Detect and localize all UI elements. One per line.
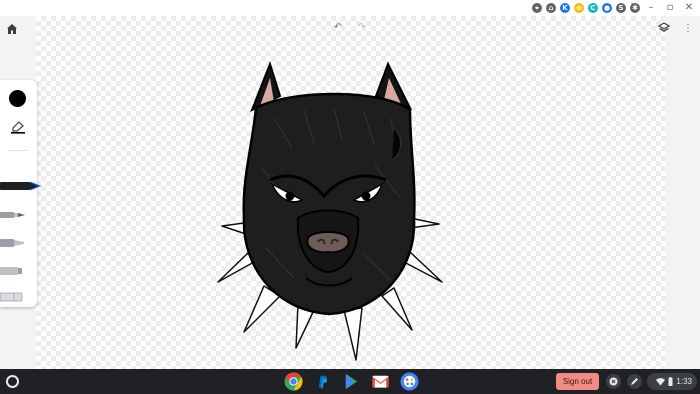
undo-button[interactable]: ↶ (332, 22, 344, 34)
wifi-icon (656, 377, 666, 385)
home-button[interactable] (4, 21, 20, 37)
title-bar: ⌖ ⌂ Ko C ● S ✱ ⋮ – ▫ ✕ (0, 0, 700, 16)
brush-size-icon[interactable] (10, 120, 26, 134)
taskbar-shelf: Sign out 1:33 (0, 369, 700, 394)
pen-tool[interactable] (0, 179, 44, 193)
location-icon[interactable]: ⌖ (532, 3, 542, 13)
layers-button[interactable] (656, 20, 672, 36)
launcher-button[interactable] (6, 375, 19, 388)
play-store-icon[interactable] (342, 372, 361, 391)
pit-bull-drawing (217, 60, 443, 361)
clock-time: 1:33 (676, 377, 692, 386)
close-circle-icon (609, 377, 618, 386)
clear-notifications-button[interactable] (606, 374, 621, 389)
palette-divider (8, 150, 28, 151)
paypal-icon[interactable] (313, 372, 332, 391)
color-picker-button[interactable] (9, 90, 26, 107)
redo-button[interactable]: ↷ (356, 22, 368, 34)
status-area[interactable]: 1:33 (647, 373, 697, 390)
minimize-icon[interactable]: – (646, 1, 656, 14)
canvas-app: ↶ ↷ ⋮ (0, 16, 700, 369)
canvas-icon[interactable] (400, 372, 419, 391)
close-icon[interactable]: ✕ (684, 1, 694, 14)
pencil-tool[interactable] (0, 208, 26, 222)
more-vert-icon[interactable]: ⋮ (627, 1, 637, 14)
gmail-icon[interactable] (371, 372, 390, 391)
stylus-tools-button[interactable] (627, 374, 642, 389)
circle-ext-icon[interactable]: ● (602, 3, 612, 13)
c-ext-icon[interactable]: C (588, 3, 598, 13)
ring-ext-icon[interactable]: o (574, 3, 584, 13)
marker-tool[interactable] (0, 236, 26, 250)
battery-icon (668, 377, 673, 386)
window-controls: ⋮ – ▫ ✕ (627, 1, 694, 14)
pinned-apps (284, 372, 419, 391)
sign-out-button[interactable]: Sign out (556, 373, 599, 390)
home-ext-icon[interactable]: ⌂ (546, 3, 556, 13)
chrome-icon[interactable] (284, 372, 303, 391)
highlighter-tool[interactable] (0, 264, 24, 278)
tool-palette (0, 80, 42, 307)
more-options-button[interactable]: ⋮ (680, 20, 696, 36)
maximize-icon[interactable]: ▫ (665, 1, 675, 14)
screen: ⌖ ⌂ Ko C ● S ✱ ⋮ – ▫ ✕ ↶ ↷ ⋮ Sign out 1:… (0, 0, 700, 394)
layers-icon (658, 22, 670, 33)
k-ext-icon[interactable]: K (560, 3, 570, 13)
home-icon (7, 24, 17, 34)
s-ext-icon[interactable]: S (616, 3, 626, 13)
stylus-icon (631, 378, 638, 385)
eraser-tool[interactable] (0, 290, 24, 304)
extension-bar: ⌖ ⌂ Ko C ● S ✱ (532, 2, 640, 14)
